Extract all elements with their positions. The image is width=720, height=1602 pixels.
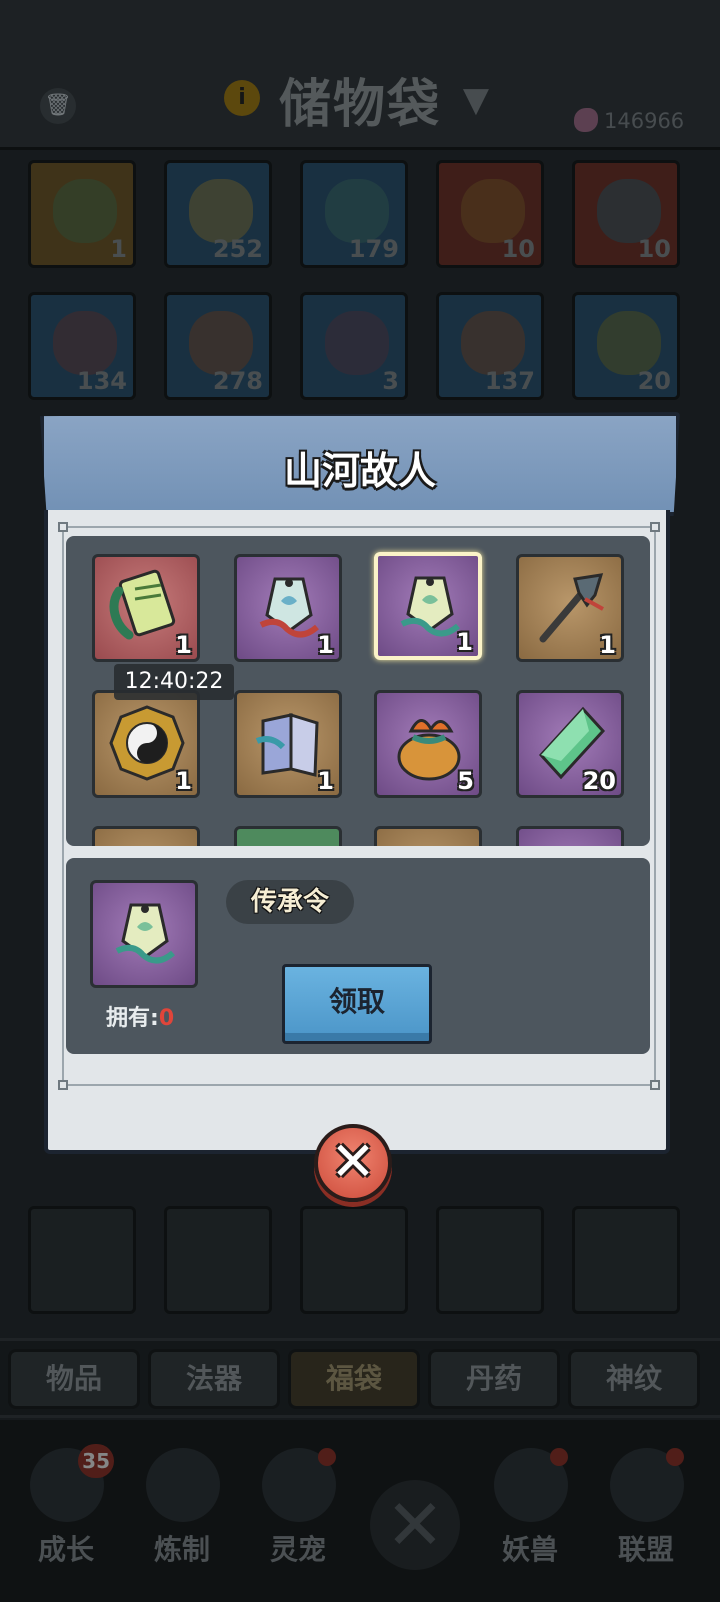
frame-corner [650, 522, 660, 532]
frame-corner [58, 522, 68, 532]
dialog-title: 山河故人 [283, 448, 436, 493]
owned-value: 0 [158, 1006, 175, 1031]
item-detail-panel: 拥有:0 传承令 领取 [66, 858, 650, 1054]
reward-slot[interactable] [92, 826, 200, 846]
owned-label: 拥有: [106, 1006, 159, 1031]
claim-button[interactable]: 领取 [282, 964, 432, 1044]
reward-slot-selected[interactable]: 1 [374, 552, 482, 660]
game-screen: 🗑 i 储物袋 ▼ 146966 1 252 179 10 10 134 278… [0, 0, 720, 1602]
reward-slot[interactable]: 1 [234, 554, 342, 662]
item-count: 1 [317, 767, 334, 795]
item-count: 1 [317, 631, 334, 659]
reward-slot[interactable] [234, 826, 342, 846]
reward-slot[interactable]: 1 [92, 554, 200, 662]
reward-slot[interactable] [374, 826, 482, 846]
item-count: 1 [175, 767, 192, 795]
item-count: 1 [175, 631, 192, 659]
reward-slot[interactable]: 1 [92, 690, 200, 798]
expiry-timer: 12:40:22 [114, 664, 234, 700]
close-icon: ✕ [330, 1130, 376, 1193]
owned-count: 拥有:0 [106, 1000, 174, 1032]
item-name: 传承令 [226, 880, 354, 924]
reward-slot[interactable] [516, 826, 624, 846]
reward-dialog: 山河故人 1 1 1 1 1 1 5 20 12:40:22 拥有:0 传承令 … [40, 412, 680, 1154]
selected-item-slot [90, 880, 198, 988]
token-charm-icon [115, 903, 175, 964]
item-count: 20 [582, 767, 616, 795]
frame-corner [58, 1080, 68, 1090]
item-count: 1 [456, 628, 473, 656]
item-count: 5 [457, 767, 474, 795]
reward-grid[interactable]: 1 1 1 1 1 1 5 20 12:40:22 [66, 536, 650, 846]
reward-slot[interactable]: 5 [374, 690, 482, 798]
reward-slot[interactable]: 1 [516, 554, 624, 662]
close-dialog-button[interactable]: ✕ [314, 1124, 392, 1202]
item-count: 1 [599, 631, 616, 659]
reward-slot[interactable]: 1 [234, 690, 342, 798]
reward-slot[interactable]: 20 [516, 690, 624, 798]
frame-corner [650, 1080, 660, 1090]
dialog-body: 1 1 1 1 1 1 5 20 12:40:22 拥有:0 传承令 领取 [44, 510, 670, 1154]
